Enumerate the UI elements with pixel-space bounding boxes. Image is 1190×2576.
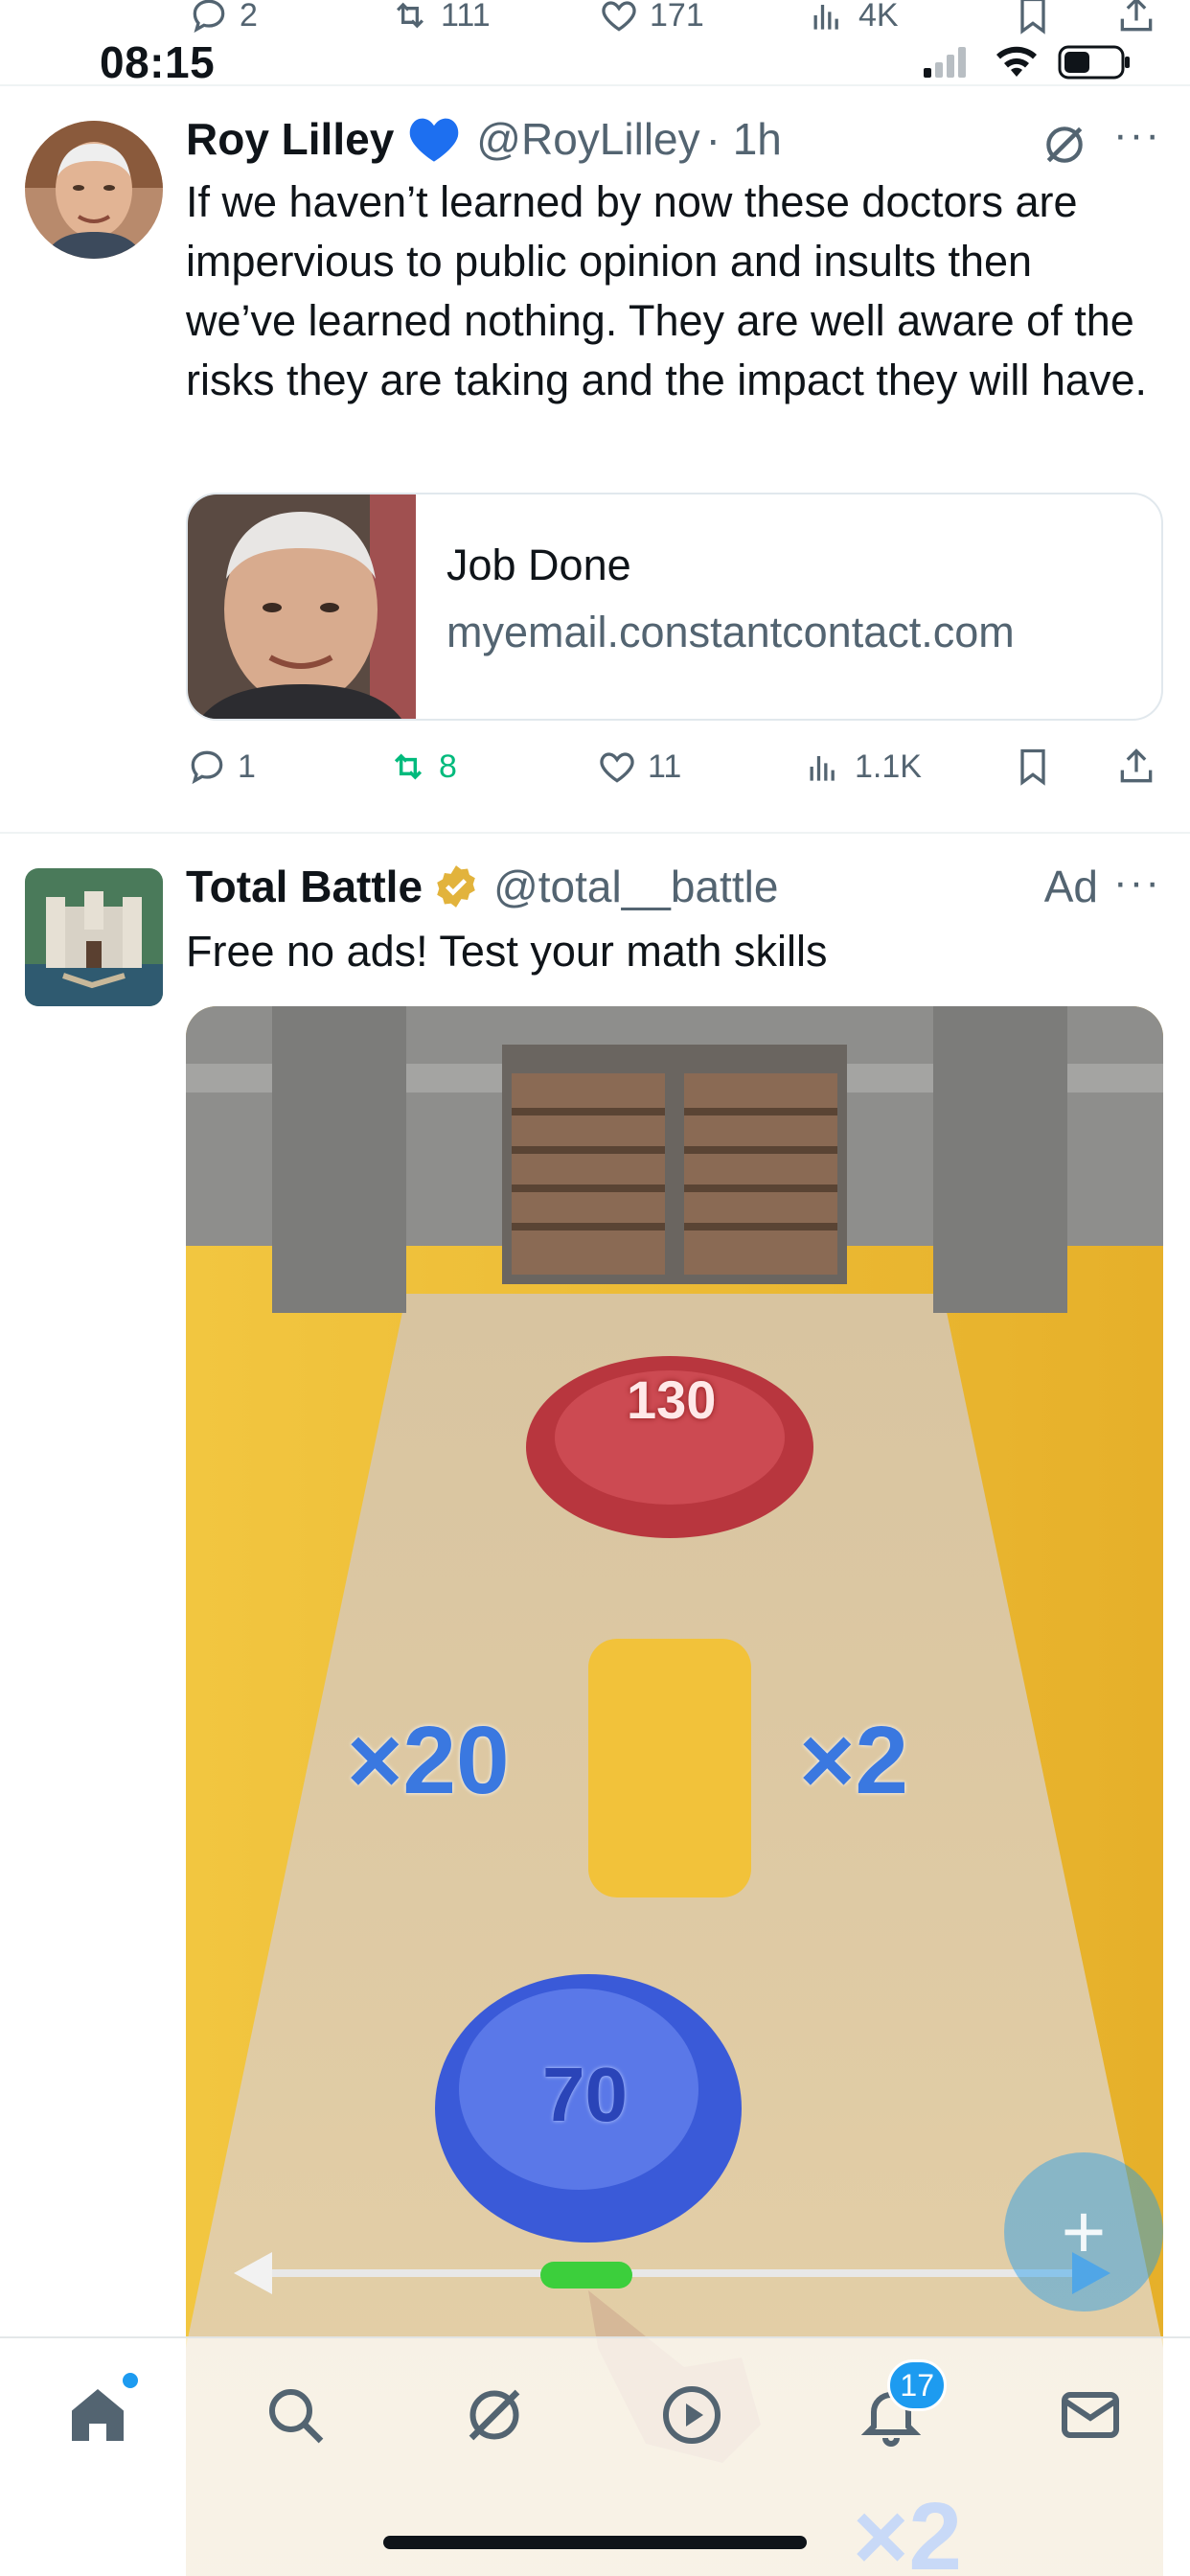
heart-icon <box>602 1 636 32</box>
tweet-text: Free no ads! Test your math skills <box>186 927 828 976</box>
nav-notifications[interactable]: 17 <box>853 2359 947 2453</box>
share-button[interactable] <box>1115 0 1157 36</box>
nav-search[interactable] <box>257 2377 333 2453</box>
more-icon[interactable]: ··· <box>1113 111 1161 159</box>
gold-check-icon <box>437 865 475 908</box>
share-icon <box>1120 748 1153 783</box>
enemy-count: 130 <box>627 1369 717 1430</box>
bookmark-icon <box>1020 0 1045 34</box>
tweet-text: If we haven’t learned by now these docto… <box>186 177 1147 404</box>
nav-home[interactable] <box>59 2373 138 2453</box>
avatar[interactable] <box>25 868 163 1006</box>
grok-icon <box>469 2389 520 2441</box>
status-bar: 2 111 171 4K 08:15 <box>0 0 1190 87</box>
grok-icon[interactable] <box>1041 121 1088 169</box>
repost-count: 8 <box>439 748 457 785</box>
reply-icon <box>193 0 225 34</box>
wifi-icon <box>996 46 1037 77</box>
heart-icon <box>600 752 634 783</box>
bookmark-icon <box>1020 748 1045 786</box>
views-count: 1.1K <box>855 748 922 785</box>
blue-heart-icon <box>410 118 459 162</box>
reply-count: 1 <box>238 748 256 785</box>
tweet-header: Roy Lilley @RoyLilley · 1h <box>186 113 782 165</box>
reply-button[interactable]: 1 <box>186 746 256 788</box>
tweet-header: Total Battle @total__battle <box>186 861 778 912</box>
search-icon <box>269 2389 324 2444</box>
gate-left-label: ×20 <box>347 1707 510 1814</box>
battery-icon <box>1058 45 1130 80</box>
share-icon <box>1120 0 1153 32</box>
repost-button[interactable]: 111 <box>389 0 491 36</box>
ad-label: Ad <box>1043 862 1098 911</box>
link-card[interactable]: Job Done myemail.constantcontact.com <box>186 493 1163 721</box>
bookmark-button[interactable] <box>1012 0 1054 36</box>
author-handle[interactable]: @total__battle <box>493 861 778 912</box>
reply-count: 2 <box>240 0 258 34</box>
like-button[interactable]: 171 <box>598 0 704 36</box>
card-image <box>188 494 416 719</box>
system-icons <box>922 44 1133 80</box>
reply-button[interactable]: 2 <box>188 0 258 36</box>
bookmark-button[interactable] <box>1012 746 1054 788</box>
tweet-roy-lilley[interactable]: Roy Lilley @RoyLilley · 1h ··· If we hav… <box>0 86 1190 834</box>
player-count: 70 <box>542 2052 628 2137</box>
repost-icon <box>394 753 423 780</box>
nav-video[interactable] <box>653 2377 730 2453</box>
views-button[interactable]: 1.1K <box>803 746 922 788</box>
gate-right-label: ×2 <box>799 1707 909 1814</box>
home-indicator <box>383 2536 807 2549</box>
more-icon[interactable]: ··· <box>1113 859 1161 907</box>
nav-messages[interactable] <box>1052 2377 1129 2453</box>
like-count: 11 <box>648 748 682 785</box>
mail-icon <box>1062 2392 1119 2438</box>
views-icon <box>813 5 838 30</box>
home-unread-dot <box>123 2373 138 2388</box>
notifications-badge: 17 <box>887 2359 947 2411</box>
repost-button[interactable]: 8 <box>387 746 457 788</box>
reply-icon <box>191 750 223 785</box>
repost-count: 111 <box>441 0 491 34</box>
tweet-time: · 1h <box>705 114 782 164</box>
avatar[interactable] <box>25 121 163 259</box>
views-icon <box>810 756 835 781</box>
share-button[interactable] <box>1115 746 1157 788</box>
plus-icon: + <box>1061 2189 1107 2274</box>
compose-button[interactable]: + <box>1004 2152 1163 2312</box>
signal-icon <box>924 47 966 78</box>
views-button[interactable]: 4K <box>807 0 899 36</box>
views-count: 4K <box>858 0 899 34</box>
author-name[interactable]: Roy Lilley <box>186 113 394 165</box>
card-title: Job Done <box>446 540 631 589</box>
nav-grok[interactable] <box>456 2377 533 2453</box>
home-icon <box>72 2389 124 2441</box>
like-count: 171 <box>650 0 704 34</box>
video-play-icon <box>663 2386 721 2444</box>
status-time: 08:15 <box>100 37 216 87</box>
card-domain: myemail.constantcontact.com <box>446 608 1015 656</box>
like-button[interactable]: 11 <box>596 746 681 788</box>
repost-icon <box>396 2 424 29</box>
author-name[interactable]: Total Battle <box>186 861 423 912</box>
author-handle[interactable]: @RoyLilley <box>476 113 699 165</box>
